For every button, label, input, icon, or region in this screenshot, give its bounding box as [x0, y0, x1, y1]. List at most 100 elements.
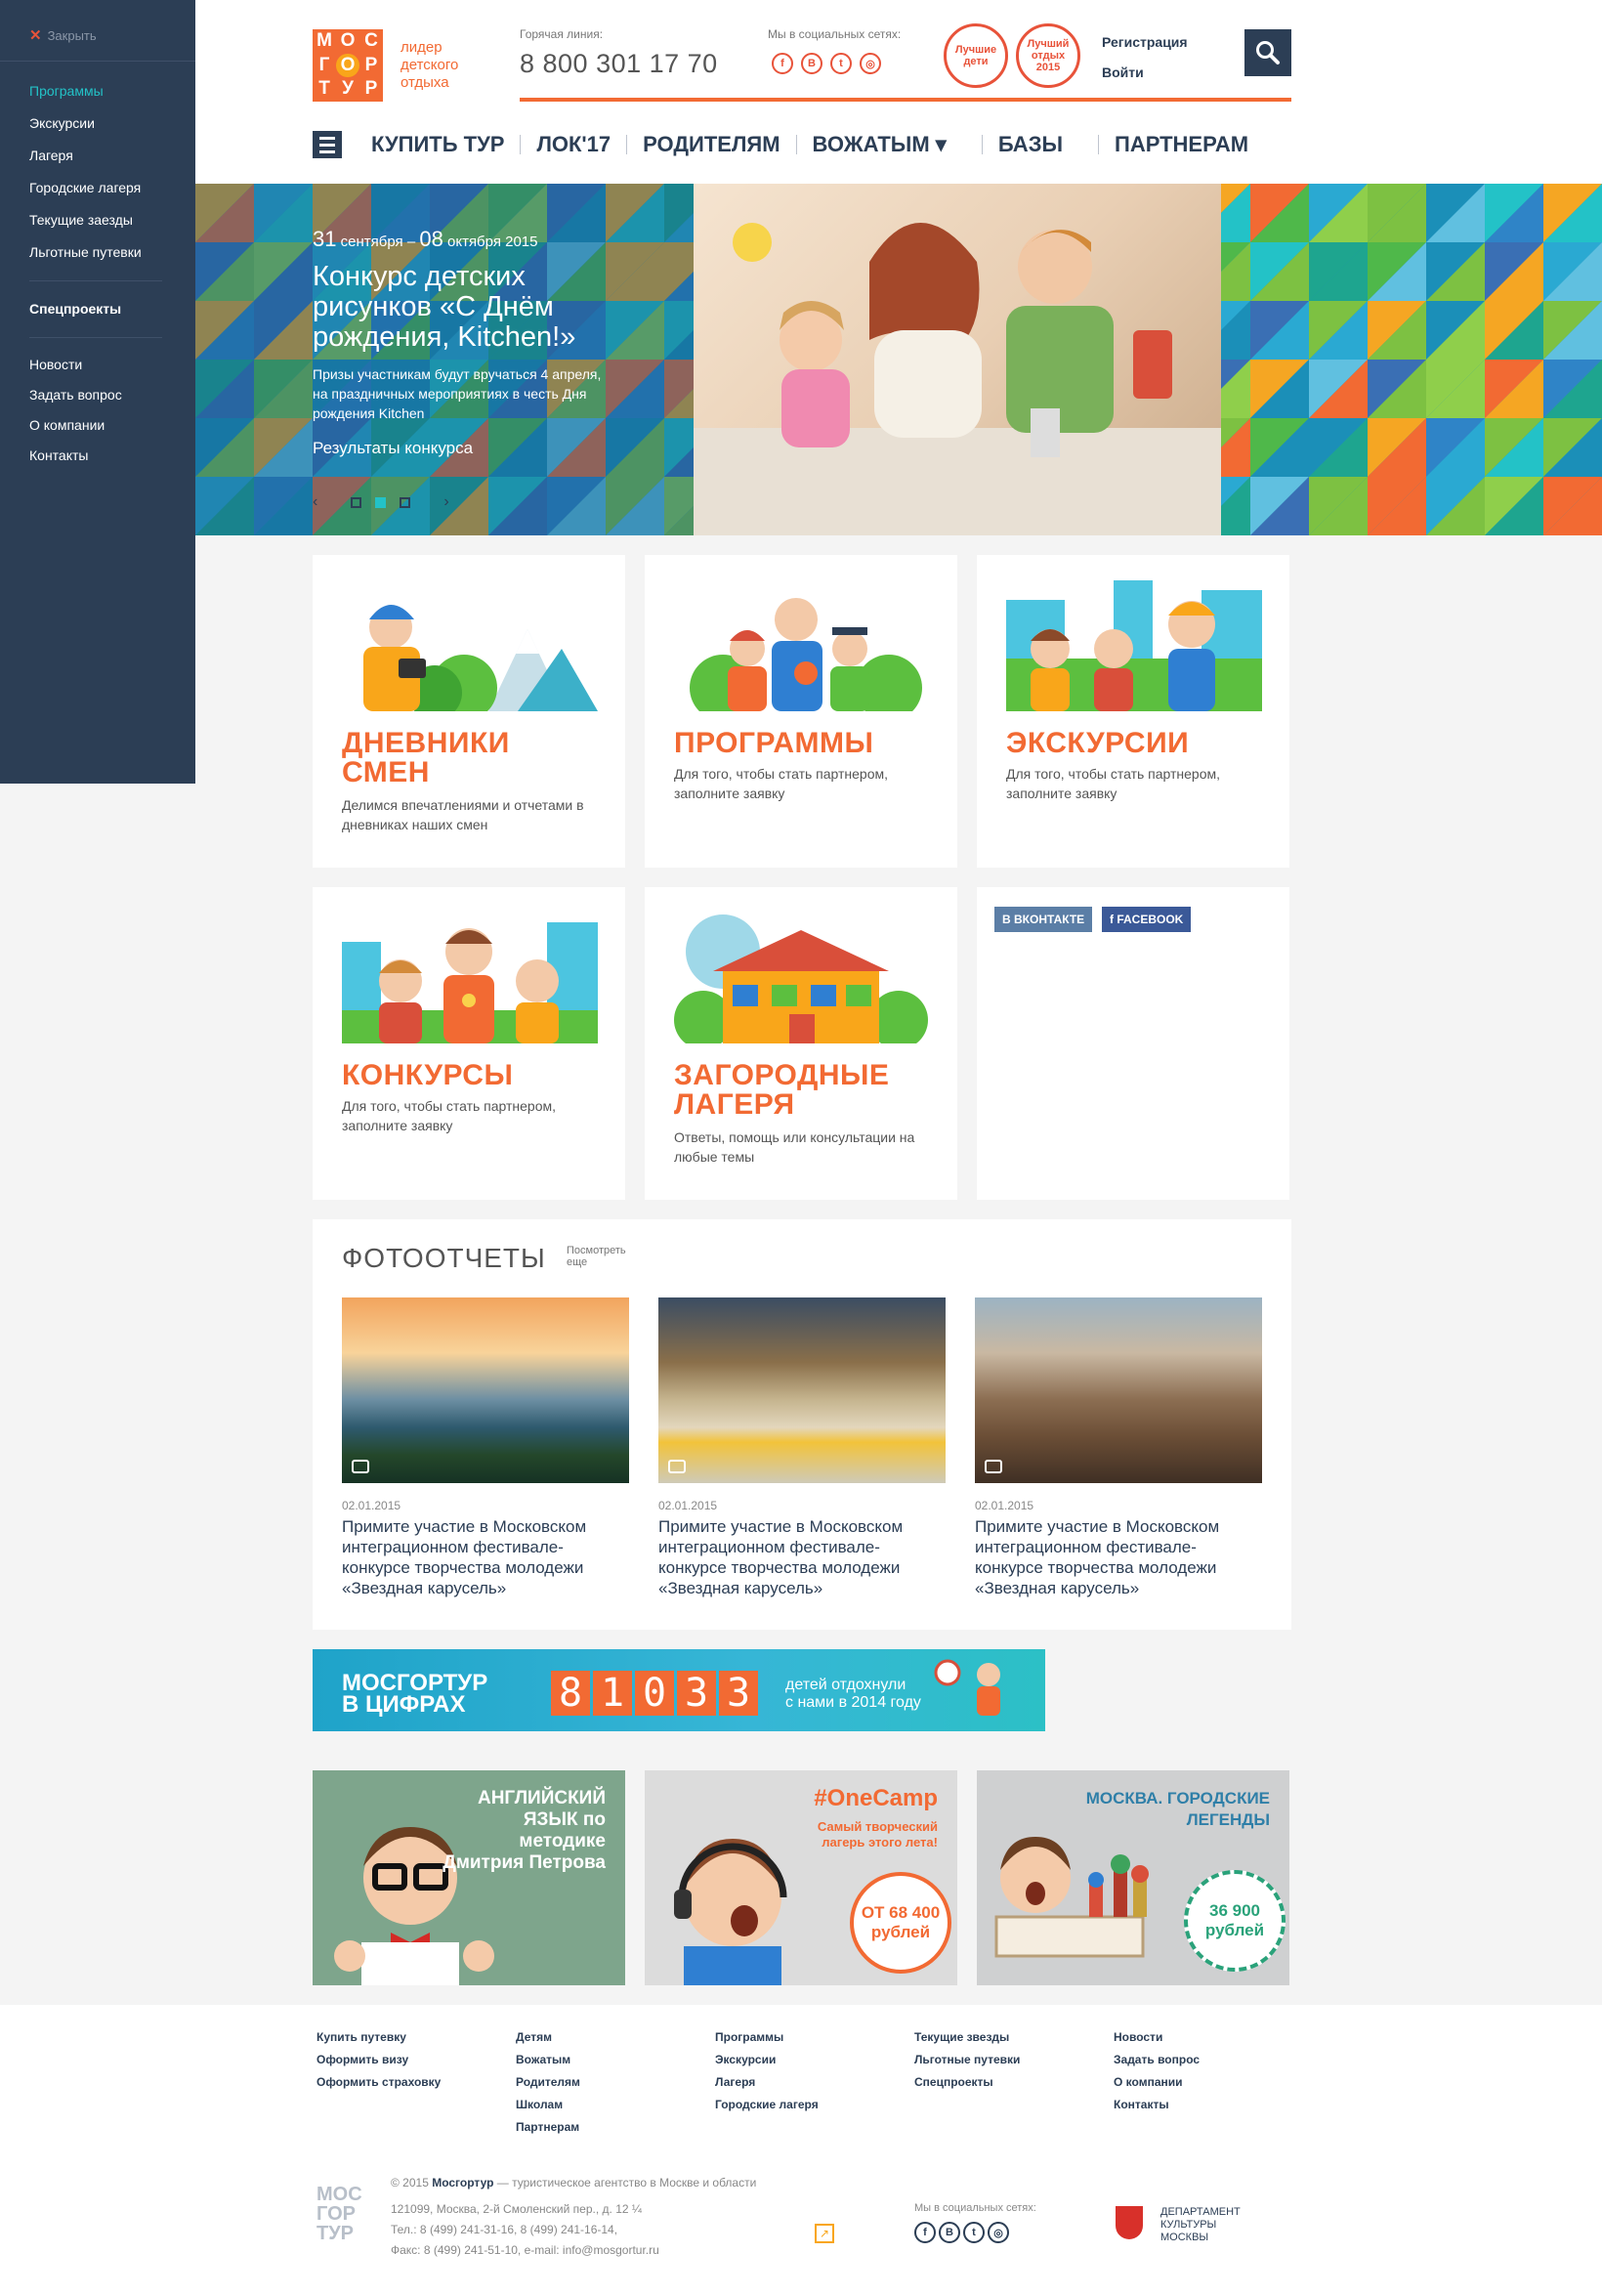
prev-arrow-icon[interactable]: ‹: [313, 493, 317, 511]
promo-title: АНГЛИЙСКИЙ ЯЗЫК по методике Дмитрия Петр…: [443, 1788, 606, 1873]
photo-caption[interactable]: Примите участие в Московском интеграцион…: [975, 1516, 1262, 1598]
sidebar-item-special-projects[interactable]: Спецпроекты: [0, 293, 195, 325]
tagline-line: отдыха: [400, 74, 449, 91]
footer-link[interactable]: Оформить страховку: [316, 2071, 441, 2094]
twitter-icon[interactable]: t: [830, 53, 852, 74]
slider-dot-active[interactable]: [375, 496, 387, 508]
footer-link[interactable]: Партнерам: [516, 2116, 580, 2139]
sidebar-item-excursions[interactable]: Экскурсии: [0, 107, 195, 140]
vkontakte-icon[interactable]: В: [939, 2222, 960, 2243]
hero-results-link[interactable]: Результаты конкурса: [313, 439, 615, 458]
nav-parents[interactable]: РОДИТЕЛЯМ: [626, 134, 795, 155]
login-link[interactable]: Войти: [1102, 58, 1188, 88]
footer-link[interactable]: Оформить визу: [316, 2049, 441, 2071]
nav-buy-tour[interactable]: КУПИТЬ ТУР: [371, 134, 520, 155]
sidebar-item-about[interactable]: О компании: [0, 410, 195, 441]
footer-logo[interactable]: МОС ГОР ТУР: [316, 2185, 365, 2243]
tagline-line: детского: [400, 57, 459, 73]
footer-link[interactable]: Детям: [516, 2026, 580, 2049]
promo-moscow-legends[interactable]: МОСКВА. ГОРОДСКИЕ ЛЕГЕНДЫ 36 900 рублей: [977, 1770, 1289, 1985]
card-description: Для того, чтобы стать партнером, заполни…: [342, 1098, 557, 1133]
instagram-icon[interactable]: ◎: [860, 53, 881, 74]
footer-copyright: © 2015 Мосгортур — туристическое агентст…: [391, 2176, 757, 2257]
photo-report-item[interactable]: 02.01.2015 Примите участие в Московском …: [975, 1297, 1262, 1598]
sidebar-item-camps[interactable]: Лагеря: [0, 140, 195, 172]
sidebar-item-programs[interactable]: Программы: [0, 75, 195, 107]
logo-letter: Т: [318, 78, 330, 100]
menu-icon[interactable]: [313, 131, 342, 158]
footer-link[interactable]: Городские лагеря: [715, 2094, 819, 2116]
footer-link[interactable]: Школам: [516, 2094, 580, 2116]
instagram-icon[interactable]: ◎: [988, 2222, 1009, 2243]
twitter-icon[interactable]: t: [963, 2222, 985, 2243]
footer-link[interactable]: О компании: [1114, 2071, 1200, 2094]
card-description: Для того, чтобы стать партнером, заполни…: [674, 766, 889, 801]
search-button[interactable]: [1244, 29, 1291, 76]
counter-digit: 3: [719, 1671, 758, 1716]
nav-partners[interactable]: ПАРТНЕРАМ: [1098, 134, 1264, 155]
facebook-tab[interactable]: f FACEBOOK: [1102, 907, 1192, 932]
promo-subtitle: Самый творческий лагерь этого лета!: [817, 1819, 938, 1850]
card-title: ПРОГРАММЫ: [674, 727, 874, 759]
hotline-phone[interactable]: 8 800 301 17 70: [520, 49, 718, 79]
footer-link[interactable]: Лагеря: [715, 2071, 819, 2094]
slider-dot[interactable]: [400, 496, 411, 508]
photo-caption[interactable]: Примите участие в Московском интеграцион…: [342, 1516, 629, 1598]
facebook-icon[interactable]: f: [914, 2222, 936, 2243]
card-country-camps[interactable]: ЗАГОРОДНЫЕ ЛАГЕРЯ Ответы, помощь или кон…: [645, 887, 957, 1200]
vkontakte-icon[interactable]: В: [801, 53, 822, 74]
sidebar-item-news[interactable]: Новости: [0, 350, 195, 380]
footer-link[interactable]: Экскурсии: [715, 2049, 819, 2071]
promo-onecamp[interactable]: #OneCamp Самый творческий лагерь этого л…: [645, 1770, 957, 1985]
card-diaries[interactable]: ДНЕВНИКИ СМЕН Делимся впечатлениями и от…: [313, 555, 625, 868]
photo-date: 02.01.2015: [342, 1499, 401, 1512]
facebook-icon[interactable]: f: [772, 53, 793, 74]
photo-thumbnail[interactable]: [975, 1297, 1262, 1483]
search-icon: [1256, 41, 1280, 64]
sidebar-item-current-trips[interactable]: Текущие заезды: [0, 204, 195, 236]
footer-link[interactable]: Задать вопрос: [1114, 2049, 1200, 2071]
footer-link[interactable]: Текущие звезды: [914, 2026, 1020, 2049]
photo-thumbnail[interactable]: [658, 1297, 946, 1483]
view-more-link[interactable]: Посмотреть еще: [567, 1245, 645, 1268]
vkontakte-tab[interactable]: В ВКОНТАКТЕ: [994, 907, 1093, 932]
site-logo[interactable]: М О С Г О Р Т У Р: [313, 29, 383, 102]
sidebar-item-city-camps[interactable]: Городские лагеря: [0, 172, 195, 204]
sidebar-item-ask-question[interactable]: Задать вопрос: [0, 380, 195, 410]
next-arrow-icon[interactable]: ›: [443, 493, 448, 511]
kids-tour-illustration: [1006, 580, 1262, 711]
footer-col: Текущие звезды Льготные путевки Спецпрое…: [914, 2026, 1020, 2094]
photo-thumbnail[interactable]: [342, 1297, 629, 1483]
footer-link[interactable]: Родителям: [516, 2071, 580, 2094]
card-excursions[interactable]: ЭКСКУРСИИ Для того, чтобы стать партнеро…: [977, 555, 1289, 868]
stats-banner[interactable]: МОСГОРТУР В ЦИФРАХ 8 1 0 3 3 детей отдох…: [313, 1649, 1045, 1731]
photo-report-item[interactable]: 02.01.2015 Примите участие в Московском …: [658, 1297, 946, 1598]
banner-subtitle: детей отдохнули с нами в 2014 году: [785, 1677, 921, 1711]
camera-icon: [352, 1460, 369, 1473]
camera-icon: [985, 1460, 1002, 1473]
footer-link[interactable]: Программы: [715, 2026, 819, 2049]
photo-caption[interactable]: Примите участие в Московском интеграцион…: [658, 1516, 946, 1598]
site-header: М О С Г О Р Т У Р лидер детского отдыха …: [195, 0, 1602, 184]
photo-report-item[interactable]: 02.01.2015 Примите участие в Московском …: [342, 1297, 629, 1598]
sidebar-item-discount-vouchers[interactable]: Льготные путевки: [0, 236, 195, 269]
culture-department[interactable]: ДЕПАРТАМЕНТ КУЛЬТУРЫ МОСКВЫ: [1160, 2206, 1241, 2244]
children-counter: 8 1 0 3 3: [551, 1671, 758, 1716]
footer-link[interactable]: Купить путевку: [316, 2026, 441, 2049]
footer-link[interactable]: Спецпроекты: [914, 2071, 1020, 2094]
slider-dot[interactable]: [351, 496, 362, 508]
footer-link[interactable]: Льготные путевки: [914, 2049, 1020, 2071]
register-link[interactable]: Регистрация: [1102, 27, 1188, 58]
nav-counselors[interactable]: ВОЖАТЫМ ▾: [795, 134, 962, 155]
footer-link[interactable]: Новости: [1114, 2026, 1200, 2049]
footer-link[interactable]: Контакты: [1114, 2094, 1200, 2116]
external-link-icon[interactable]: ↗: [815, 2224, 834, 2243]
card-programs[interactable]: ПРОГРАММЫ Для того, чтобы стать партнеро…: [645, 555, 957, 868]
sidebar-item-contacts[interactable]: Контакты: [0, 441, 195, 471]
card-contests[interactable]: КОНКУРСЫ Для того, чтобы стать партнером…: [313, 887, 625, 1200]
footer-link[interactable]: Вожатым: [516, 2049, 580, 2071]
promo-english[interactable]: АНГЛИЙСКИЙ ЯЗЫК по методике Дмитрия Петр…: [313, 1770, 625, 1985]
close-button[interactable]: ✕ Закрыть: [0, 23, 195, 47]
nav-bases[interactable]: БАЗЫ: [981, 134, 1078, 155]
nav-lok17[interactable]: ЛОК'17: [520, 134, 626, 155]
